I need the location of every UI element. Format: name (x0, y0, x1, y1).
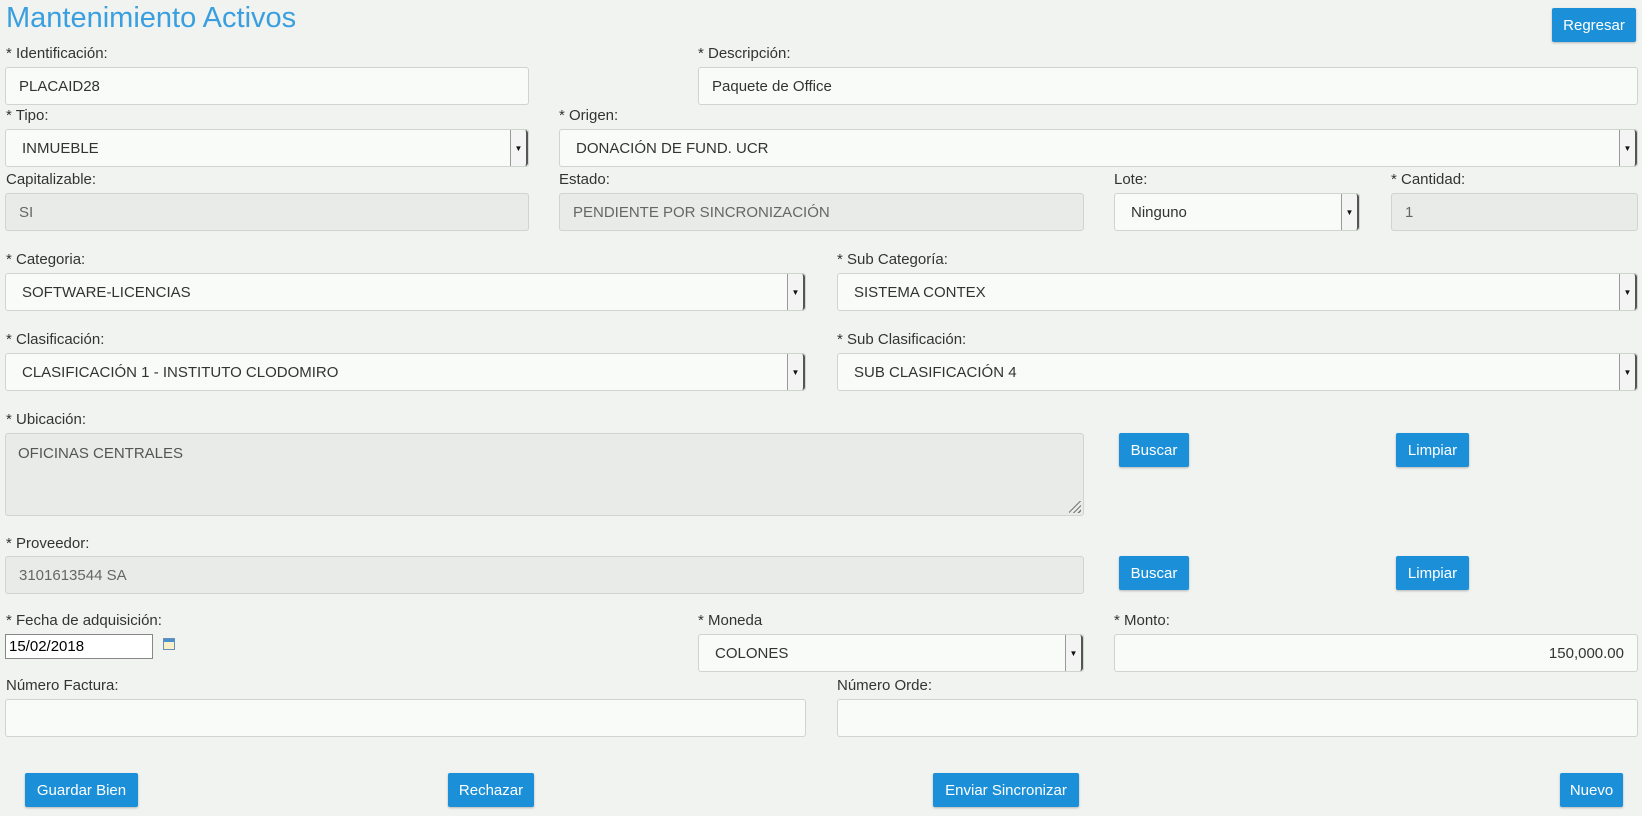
chevron-down-icon: ▼ (1065, 635, 1083, 671)
origen-label: * Origen: (559, 107, 619, 124)
fecha-adquisicion-input[interactable]: 15/02/2018 (5, 634, 153, 659)
chevron-down-icon: ▼ (1619, 354, 1637, 390)
chevron-down-icon: ▼ (1619, 274, 1637, 310)
sub-categoria-select-value: SISTEMA CONTEX (854, 283, 986, 301)
proveedor-search-button[interactable]: Buscar (1119, 556, 1189, 590)
fecha-adquisicion-label: * Fecha de adquisición: (6, 612, 162, 629)
proveedor-label: * Proveedor: (6, 535, 90, 552)
ubicacion-search-button[interactable]: Buscar (1119, 433, 1189, 467)
tipo-label: * Tipo: (6, 107, 49, 124)
tipo-select-value: INMUEBLE (22, 139, 99, 157)
cantidad-label: * Cantidad: (1391, 171, 1466, 188)
page-title: Mantenimiento Activos (6, 2, 297, 34)
chevron-down-icon: ▼ (1341, 194, 1359, 230)
identificacion-label: * Identificación: (6, 45, 108, 62)
sub-clasificacion-select-value: SUB CLASIFICACIÓN 4 (854, 363, 1017, 381)
estado-label: Estado: (559, 171, 610, 188)
chevron-down-icon: ▼ (787, 274, 805, 310)
proveedor-field: 3101613544 SA (5, 556, 1084, 594)
ubicacion-clear-button[interactable]: Limpiar (1396, 433, 1469, 467)
estado-field: PENDIENTE POR SINCRONIZACIÓN (559, 193, 1084, 231)
sub-categoria-label: * Sub Categoría: (837, 251, 948, 268)
calendar-icon[interactable] (163, 638, 175, 650)
reject-button[interactable]: Rechazar (448, 773, 534, 807)
sub-clasificacion-select[interactable]: SUB CLASIFICACIÓN 4 ▼ (837, 353, 1638, 391)
numero-factura-input[interactable] (5, 699, 806, 737)
moneda-select-value: COLONES (715, 644, 789, 662)
categoria-select[interactable]: SOFTWARE-LICENCIAS ▼ (5, 273, 806, 311)
ubicacion-textarea: OFICINAS CENTRALES (5, 433, 1084, 516)
monto-input[interactable]: 150,000.00 (1114, 634, 1638, 672)
tipo-select[interactable]: INMUEBLE ▼ (5, 129, 529, 167)
clasificacion-select[interactable]: CLASIFICACIÓN 1 - INSTITUTO CLODOMIRO ▼ (5, 353, 806, 391)
chevron-down-icon: ▼ (787, 354, 805, 390)
lote-label: Lote: (1114, 171, 1148, 188)
origen-select[interactable]: DONACIÓN DE FUND. UCR ▼ (559, 129, 1638, 167)
proveedor-clear-button[interactable]: Limpiar (1396, 556, 1469, 590)
moneda-select[interactable]: COLONES ▼ (698, 634, 1084, 672)
descripcion-label: * Descripción: (698, 45, 791, 62)
identificacion-input[interactable]: PLACAID28 (5, 67, 529, 105)
numero-factura-label: Número Factura: (6, 677, 119, 694)
monto-label: * Monto: (1114, 612, 1170, 629)
sub-categoria-select[interactable]: SISTEMA CONTEX ▼ (837, 273, 1638, 311)
numero-orden-input[interactable] (837, 699, 1638, 737)
sync-button[interactable]: Enviar Sincronizar (933, 773, 1079, 807)
categoria-select-value: SOFTWARE-LICENCIAS (22, 283, 191, 301)
lote-select[interactable]: Ninguno ▼ (1114, 193, 1360, 231)
new-button[interactable]: Nuevo (1560, 773, 1623, 807)
ubicacion-label: * Ubicación: (6, 411, 87, 428)
ubicacion-value: OFICINAS CENTRALES (18, 445, 184, 462)
back-button[interactable]: Regresar (1552, 8, 1636, 42)
lote-select-value: Ninguno (1131, 203, 1187, 221)
capitalizable-field: SI (5, 193, 529, 231)
clasificacion-label: * Clasificación: (6, 331, 105, 348)
resize-handle-icon[interactable] (1069, 501, 1081, 513)
descripcion-input[interactable]: Paquete de Office (698, 67, 1638, 105)
save-button[interactable]: Guardar Bien (25, 773, 138, 807)
clasificacion-select-value: CLASIFICACIÓN 1 - INSTITUTO CLODOMIRO (22, 363, 339, 381)
moneda-label: * Moneda (698, 612, 763, 629)
sub-clasificacion-label: * Sub Clasificación: (837, 331, 967, 348)
numero-orden-label: Número Orde: (837, 677, 933, 694)
capitalizable-label: Capitalizable: (6, 171, 97, 188)
chevron-down-icon: ▼ (1619, 130, 1637, 166)
origen-select-value: DONACIÓN DE FUND. UCR (576, 139, 769, 157)
cantidad-field: 1 (1391, 193, 1638, 231)
categoria-label: * Categoria: (6, 251, 86, 268)
chevron-down-icon: ▼ (510, 130, 528, 166)
